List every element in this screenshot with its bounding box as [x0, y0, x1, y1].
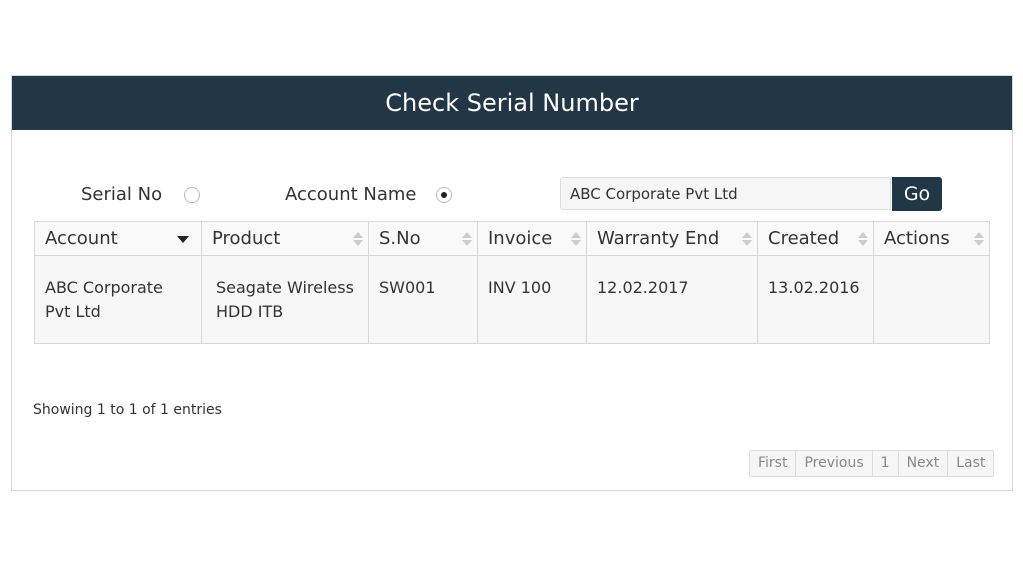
- column-invoice[interactable]: Invoice: [477, 221, 587, 256]
- cell-sno: SW001: [368, 255, 478, 344]
- cell-warranty-end: 12.02.2017: [586, 255, 758, 344]
- sort-desc-icon: [177, 236, 189, 243]
- cell-created: 13.02.2016: [757, 255, 874, 344]
- serial-no-label: Serial No: [81, 184, 163, 205]
- page-1-button[interactable]: 1: [871, 451, 898, 476]
- page-next-button[interactable]: Next: [897, 451, 948, 476]
- page-last-button[interactable]: Last: [947, 451, 993, 476]
- panel-title: Check Serial Number: [12, 76, 1012, 130]
- search-input[interactable]: [560, 177, 891, 210]
- cell-product: Seagate Wireless HDD ITB: [201, 255, 369, 344]
- go-button[interactable]: Go: [892, 177, 942, 211]
- page-previous-button[interactable]: Previous: [795, 451, 871, 476]
- account-name-radio[interactable]: [436, 187, 452, 203]
- check-serial-panel: Check Serial Number Serial No Account Na…: [11, 75, 1013, 491]
- column-created[interactable]: Created: [757, 221, 874, 256]
- column-sno[interactable]: S.No: [368, 221, 478, 256]
- column-actions[interactable]: Actions: [873, 221, 990, 256]
- entries-info: Showing 1 to 1 of 1 entries: [33, 402, 222, 418]
- table-row: ABC Corporate Pvt Ltd Seagate Wireless H…: [34, 255, 990, 344]
- account-name-label: Account Name: [285, 184, 417, 205]
- column-product[interactable]: Product: [201, 221, 369, 256]
- cell-invoice: INV 100: [477, 255, 587, 344]
- cell-actions: [873, 255, 990, 344]
- column-warranty-end[interactable]: Warranty End: [586, 221, 758, 256]
- results-table: Account Product S.No Invoice Warranty En…: [34, 221, 990, 344]
- cell-account: ABC Corporate Pvt Ltd: [34, 255, 202, 344]
- column-account[interactable]: Account: [34, 221, 202, 256]
- serial-no-radio[interactable]: [184, 187, 200, 203]
- page-first-button[interactable]: First: [750, 451, 795, 476]
- pagination: First Previous 1 Next Last: [749, 450, 995, 477]
